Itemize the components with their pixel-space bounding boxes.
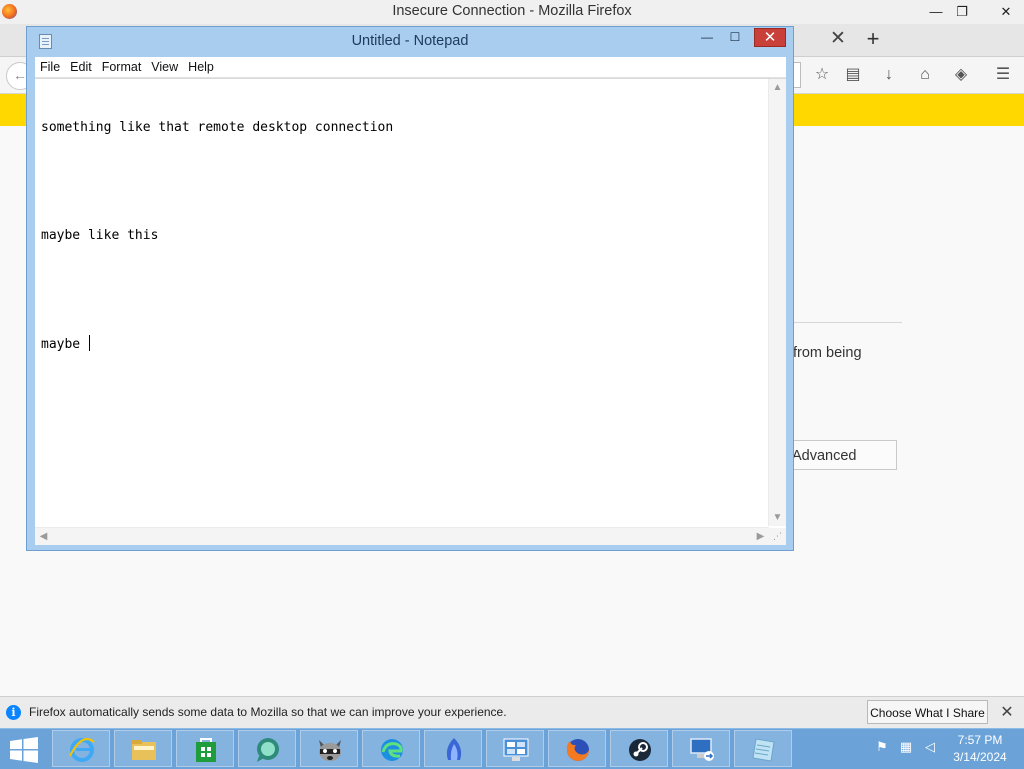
scroll-up-icon[interactable]: ▲ [769,79,786,96]
firefox-titlebar: Insecure Connection - Mozilla Firefox — … [0,0,1024,25]
text-caret [88,335,90,351]
notepad-text-area[interactable]: something like that remote desktop conne… [35,78,786,545]
horizontal-scrollbar[interactable]: ◀ ▶ [35,527,769,545]
taskbar-store[interactable] [176,730,234,767]
download-icon[interactable]: ↓ [878,64,900,86]
taskbar-blue-flame-app[interactable] [424,730,482,767]
store-icon [196,738,216,762]
scroll-right-icon[interactable]: ▶ [752,528,769,545]
chat-bubble-app-icon [257,738,279,762]
firefox-window-title: Insecure Connection - Mozilla Firefox [392,3,632,19]
pocket-icon[interactable]: ◈ [950,64,972,86]
volume-muted-icon[interactable]: ◁ [922,739,938,755]
vertical-scrollbar[interactable]: ▲ ▼ [768,79,786,526]
notification-text: Firefox automatically sends some data to… [29,705,507,719]
text-line: maybe like this [41,228,159,243]
taskbar-firefox[interactable] [548,730,606,767]
clock-time[interactable]: 7:57 PM [944,733,1016,747]
steam-icon [629,739,651,761]
blue-flame-app-icon [446,738,462,760]
remote-desktop-manager-icon [503,738,529,761]
page-divider [790,322,902,323]
home-icon[interactable]: ⌂ [914,64,936,86]
notepad-window: Untitled - Notepad — ☐ ✕ File Edit Format V… [26,26,794,551]
taskbar-chat-app[interactable] [238,730,296,767]
text-line: something like that remote desktop conne… [41,120,394,135]
new-tab-button[interactable]: + [860,27,886,53]
file-explorer-icon [132,740,156,760]
taskbar-remote-desktop-manager[interactable] [486,730,544,767]
taskbar-steam[interactable] [610,730,668,767]
text-line-current: maybe [41,335,768,353]
notepad-title: Untitled - Notepad [351,33,469,49]
clock-date[interactable]: 3/14/2024 [944,750,1016,764]
taskbar: ⚑ ▦ ◁ 7:57 PM 3/14/2024 [0,728,1024,769]
scroll-left-icon[interactable]: ◀ [35,528,52,545]
taskbar-file-explorer[interactable] [114,730,172,767]
resize-grip-icon[interactable]: ⋰ [769,528,786,545]
notepad-maximize-button[interactable]: ☐ [721,28,749,47]
taskbar-internet-explorer[interactable] [52,730,110,767]
notepad-menu-bar: File Edit Format View Help [35,57,786,78]
menu-edit[interactable]: Edit [65,57,97,75]
scroll-down-icon[interactable]: ▼ [769,509,786,526]
taskbar-remote-desktop-connection[interactable] [672,730,730,767]
notepad-icon [752,738,775,762]
info-icon: i [6,705,21,720]
taskbar-notepad[interactable] [734,730,792,767]
menu-help[interactable]: Help [183,57,219,75]
text-line [41,281,768,299]
firefox-icon [566,739,589,761]
hamburger-menu-icon[interactable]: ☰ [992,64,1014,86]
network-icon[interactable]: ▦ [898,739,914,755]
windows-start-icon[interactable] [10,737,38,763]
notepad-close-button[interactable]: ✕ [754,28,786,47]
notepad-minimize-button[interactable]: — [693,28,721,47]
reading-list-icon[interactable]: ▤ [842,64,864,86]
firefox-close-button[interactable]: ✕ [991,1,1021,23]
raccoon-app-icon [319,740,341,761]
choose-what-i-share-button[interactable]: Choose What I Share [867,700,988,724]
notepad-text: something like that remote desktop conne… [41,83,768,389]
remote-desktop-connection-icon [690,738,714,761]
action-center-flag-icon[interactable]: ⚑ [874,739,890,755]
page-body-text: from being [793,345,862,361]
internet-explorer-icon [69,738,95,762]
notification-close-icon[interactable]: ✕ [997,703,1017,723]
taskbar-edge[interactable] [362,730,420,767]
firefox-restore-button[interactable]: ❐ [947,1,977,23]
data-collection-notification-bar: i Firefox automatically sends some data … [0,696,1024,729]
text-line [41,173,768,191]
menu-view[interactable]: View [146,57,183,75]
text-line: maybe [41,337,88,352]
edge-icon [381,739,403,761]
menu-format[interactable]: Format [97,57,147,75]
tab-close-icon[interactable]: ✕ [826,28,850,52]
menu-file[interactable]: File [35,57,65,75]
bookmark-star-icon[interactable]: ☆ [811,64,833,86]
taskbar-raccoon-app[interactable] [300,730,358,767]
advanced-button[interactable]: Advanced [785,440,897,470]
